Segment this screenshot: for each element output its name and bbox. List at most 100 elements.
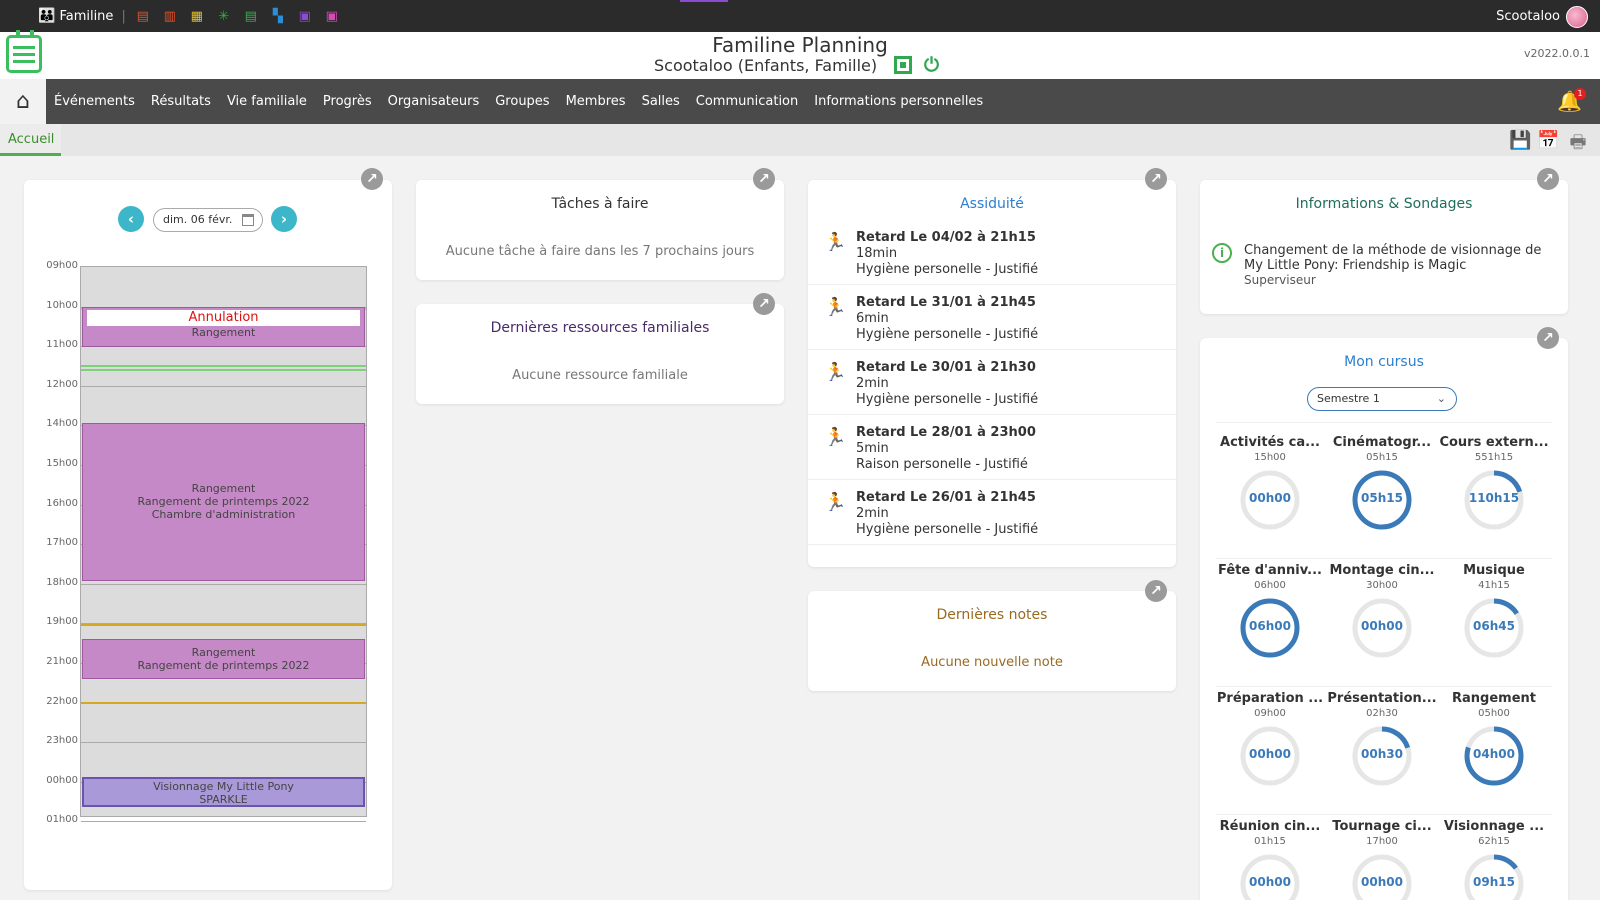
calendar-event[interactable]: Annulation Rangement [82,307,365,347]
nav-item-6[interactable]: Membres [566,94,626,109]
calendar-event[interactable]: Rangement Rangement de printemps 2022 [82,639,365,679]
expand-cursus-icon[interactable]: ↗ [1537,327,1559,349]
running-person-icon: 🏃 [824,362,847,383]
nav-item-1[interactable]: Résultats [151,94,211,109]
save-icon[interactable]: 💾 [1509,130,1531,152]
user-menu[interactable]: Scootaloo [1496,0,1560,32]
app-name: Familine [59,8,114,24]
nav-item-2[interactable]: Vie familiale [227,94,307,109]
expand-info-icon[interactable]: ↗ [1537,168,1559,190]
cursus-item[interactable]: Visionnage ... 62h15 09h15 [1438,819,1550,900]
attendance-title: Retard Le 04/02 à 21h15 [856,230,1036,245]
attendance-reason: Hygiène personelle - Justifié [856,392,1039,407]
contact-icon[interactable]: ▣ [323,7,341,25]
progress-ring: 06h00 [1239,597,1301,659]
cursus-name: Activités ca... [1220,435,1320,450]
cursus-done: 09h15 [1473,875,1515,889]
progress-ring: 09h15 [1463,853,1525,900]
expand-attendance-icon[interactable]: ↗ [1145,168,1167,190]
info-title: Informations & Sondages [1295,196,1473,212]
nav-item-9[interactable]: Informations personnelles [814,94,983,109]
home-icon[interactable]: ⌂ [0,79,46,124]
hour-line [81,385,366,387]
cursus-item[interactable]: Cinématogr... 05h15 05h15 [1326,435,1438,560]
attendance-title: Retard Le 30/01 à 21h30 [856,360,1036,375]
main-nav: ⌂ Événements Résultats Vie familiale Progrè… [0,79,1600,124]
network-icon[interactable]: ✳ [215,7,233,25]
nav-item-0[interactable]: Événements [54,94,135,109]
nav-item-3[interactable]: Progrès [323,94,372,109]
book-icon[interactable]: ▥ [161,7,179,25]
nav-item-7[interactable]: Salles [642,94,680,109]
attendance-title: Retard Le 28/01 à 23h00 [856,425,1036,440]
nav-item-8[interactable]: Communication [696,94,798,109]
cursus-done: 00h00 [1249,747,1291,761]
cursus-done: 110h15 [1468,491,1520,505]
info-message-item[interactable]: Changement de la méthode de visionnage d… [1244,243,1554,288]
cursus-item[interactable]: Tournage ci... 17h00 00h00 [1326,819,1438,900]
cursus-target: 06h00 [1254,580,1286,591]
attendance-title: Retard Le 26/01 à 21h45 [856,490,1036,505]
cursus-item[interactable]: Musique 41h15 06h45 [1438,563,1550,688]
attendance-item[interactable]: 🏃 Retard Le 30/01 à 21h30 2min Hygiène pers… [808,350,1176,415]
cursus-name: Préparation ... [1216,691,1324,706]
cursus-done: 00h00 [1361,875,1403,889]
tasks-empty-text: Aucune tâche à faire dans les 7 prochain… [445,244,755,259]
cursus-done: 00h00 [1361,619,1403,633]
cursus-item[interactable]: Cours extern... 551h15 110h15 [1438,435,1550,560]
tab-accueil[interactable]: Accueil [0,124,61,156]
cursus-item[interactable]: Montage cin... 30h00 00h00 [1326,563,1438,688]
calendar-event[interactable]: Rangement Rangement de printemps 2022 Cham… [82,423,365,581]
cursus-target: 17h00 [1366,836,1398,847]
nav-item-5[interactable]: Groupes [495,94,549,109]
expand-resources-icon[interactable]: ↗ [753,293,775,315]
chevron-left-icon[interactable]: ‹ [118,206,144,232]
chevron-right-icon[interactable]: › [271,206,297,232]
power-icon[interactable]: ⏻ [924,54,939,76]
expand-tasks-icon[interactable]: ↗ [753,168,775,190]
time-marker-line [81,365,366,367]
qr-code-icon[interactable] [894,56,912,74]
expand-notes-icon[interactable]: ↗ [1145,580,1167,602]
attendance-item[interactable]: 🏃 Retard Le 04/02 à 21h15 18min Hygiène per… [808,220,1176,285]
avatar[interactable] [1566,6,1588,28]
film-icon[interactable]: ▦ [188,7,206,25]
attendance-reason: Raison personelle - Justifié [856,457,1028,472]
hour-label: 15h00 [46,458,78,469]
ical-icon[interactable]: 📅 [1537,130,1559,152]
cursus-item[interactable]: Rangement 05h00 04h00 [1438,691,1550,816]
cursus-item[interactable]: Fête d'anniv... 06h00 06h00 [1214,563,1326,688]
cursus-name: Fête d'anniv... [1218,563,1322,578]
attendance-duration: 6min [856,311,889,326]
cursus-title: Mon cursus [1344,354,1424,370]
semester-select[interactable]: Semestre 1 ⌄ [1307,387,1457,411]
cursus-name: Musique [1463,563,1525,578]
sitemap-icon[interactable]: ▚ [269,7,287,25]
list-icon[interactable]: ▤ [242,7,260,25]
print-icon[interactable]: 🖶 [1567,130,1589,153]
upload-icon[interactable]: ▣ [296,7,314,25]
cursus-item[interactable]: Préparation ... 09h00 00h00 [1214,691,1326,816]
attendance-item[interactable]: 🏃 Retard Le 28/01 à 23h00 5min Raison perso… [808,415,1176,480]
hour-label: 23h00 [46,735,78,747]
active-indicator [680,0,728,2]
cursus-done: 06h00 [1249,619,1291,633]
cursus-item[interactable]: Activités ca... 15h00 00h00 [1214,435,1326,560]
document-icon[interactable]: ▤ [134,7,152,25]
cursus-item[interactable]: Présentation... 02h30 00h30 [1326,691,1438,816]
running-person-icon: 🏃 [824,232,847,253]
time-marker-line [81,702,366,704]
cursus-target: 15h00 [1254,452,1286,463]
attendance-item[interactable]: 🏃 Retard Le 26/01 à 21h45 2min Hygiène pers… [808,480,1176,545]
nav-item-4[interactable]: Organisateurs [388,94,480,109]
expand-calendar-icon[interactable]: ↗ [361,168,383,190]
attendance-item[interactable]: 🏃 Retard Le 31/01 à 21h45 6min Hygiène pers… [808,285,1176,350]
progress-ring: 06h45 [1463,597,1525,659]
cursus-item[interactable]: Réunion cin... 01h15 00h00 [1214,819,1326,900]
row-divider [1216,422,1552,423]
app-switcher-home[interactable]: 👪 Familine [38,8,113,24]
calendar-event[interactable]: Visionnage My Little Pony SPARKLE [82,777,365,807]
date-picker[interactable]: dim. 06 févr. [153,208,263,232]
separator: | [121,8,126,24]
cursus-name: Tournage ci... [1332,819,1432,834]
